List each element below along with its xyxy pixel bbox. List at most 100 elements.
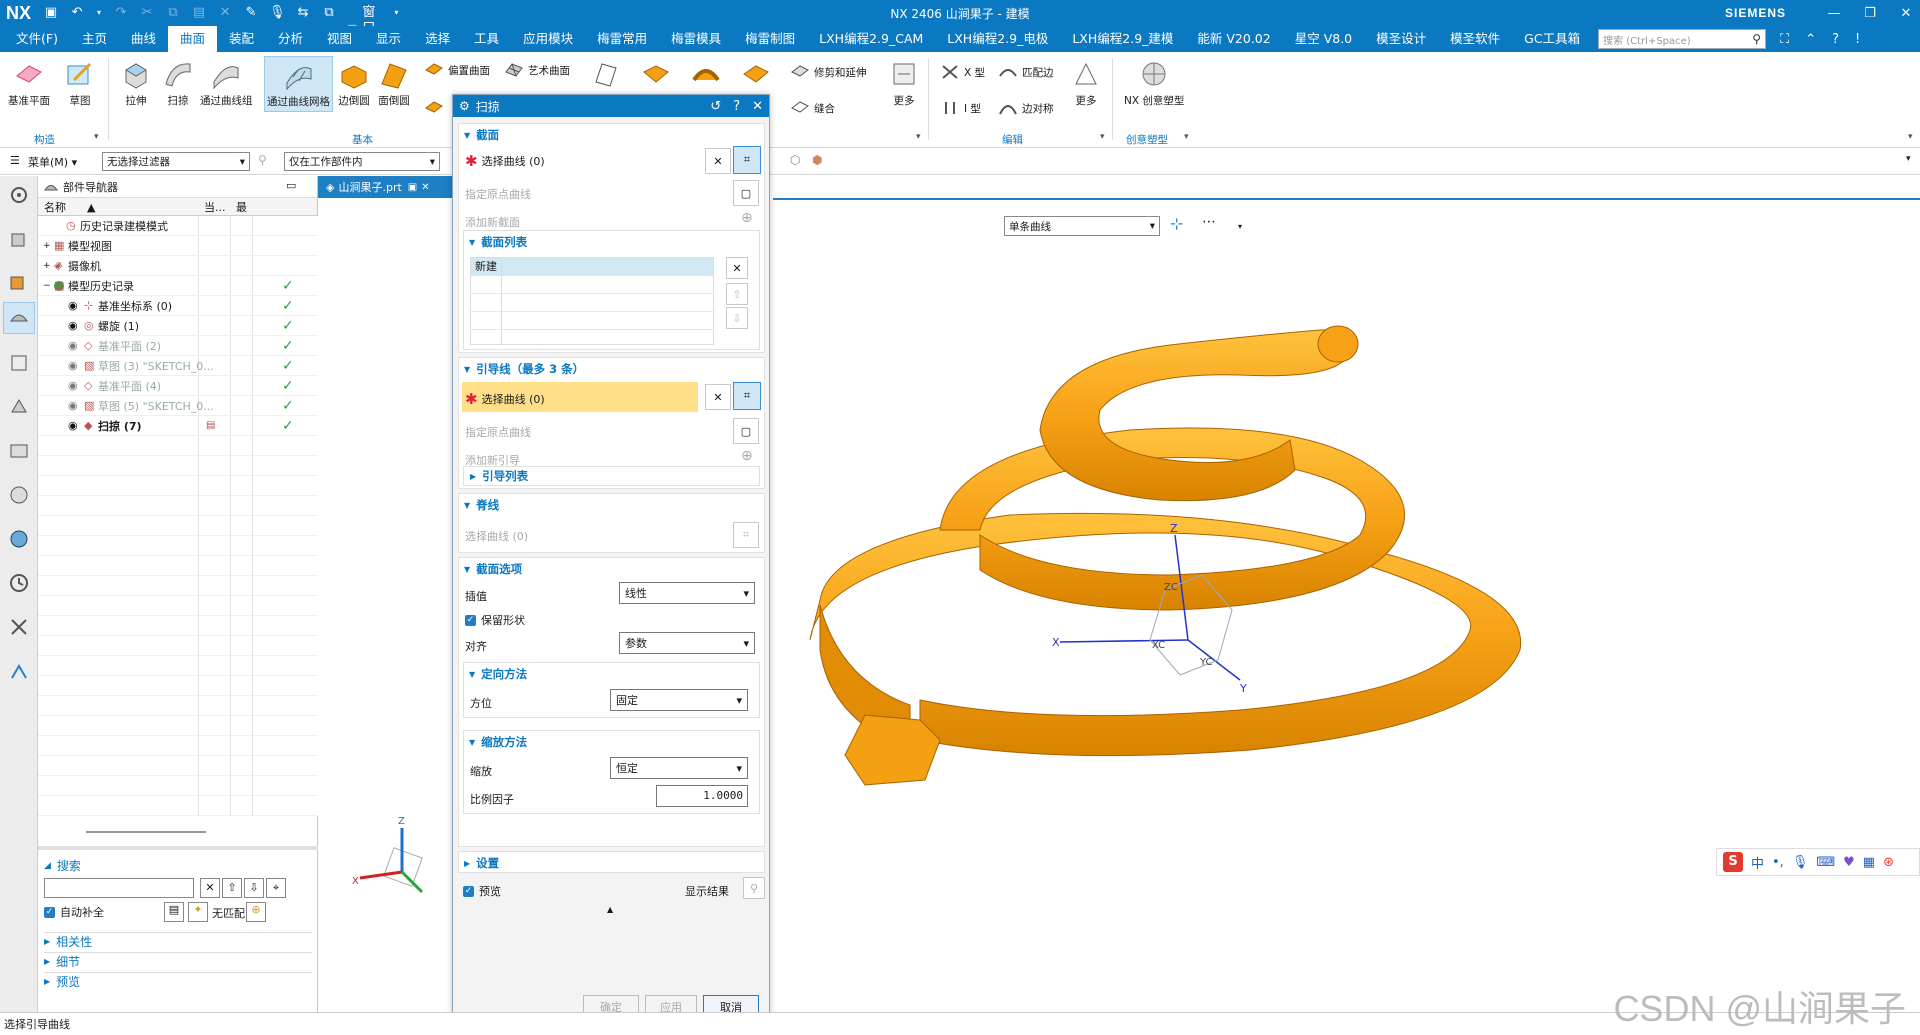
spine-curve-icon[interactable]: ⌗ [733,522,759,548]
navigator-section-header[interactable]: ▶ 预览 [44,972,312,990]
edge-symmetry-button[interactable]: 边对称 [998,98,1054,118]
eye-icon[interactable]: ◉ [68,299,78,312]
column-name-header[interactable]: 名称 ▲ [44,199,95,215]
ribbon-collapse-icon[interactable]: ▾ [1908,132,1913,142]
sew-button[interactable]: 缝合 [790,98,835,118]
trim-extend-button[interactable]: 修剪和延伸 [790,62,867,82]
ribbon-tab[interactable]: GC工具箱 [1512,26,1592,52]
delete-icon[interactable]: ✕ [217,5,233,21]
dialog-close-icon[interactable]: ✕ [752,99,763,114]
ribbon-tab[interactable]: LXH编程2.9_建模 [1060,26,1185,52]
ratio-factor-input[interactable]: 1.0000 [656,785,748,807]
construct-group-dropdown-icon[interactable]: ▾ [94,132,99,142]
ribbon-tab[interactable]: 应用模块 [511,26,585,52]
snap-point-icon[interactable]: ⬡ [790,153,800,167]
guide-curve-select-icon[interactable]: ⌗ [733,382,761,410]
copy-icon[interactable]: ⧉ [165,5,181,21]
ribbon-tab[interactable]: 星空 V8.0 [1283,26,1364,52]
info-icon[interactable] [8,484,30,506]
select-all-icon[interactable]: ⊕ [246,902,266,922]
ribbon-tab[interactable]: 显示 [364,26,413,52]
tree-node[interactable]: + ✓ ◈ 摄像机 [38,256,318,276]
file-menu[interactable]: 文件(F) [0,26,70,52]
sogou-logo-icon[interactable]: S [1723,852,1743,872]
add-new-section-row[interactable]: 添加新截面 [465,214,520,230]
ribbon-tab[interactable]: 曲面 [167,26,217,52]
redo-icon[interactable]: ↷ [113,5,129,21]
switch-window-icon[interactable]: ⧉ [321,5,337,21]
clear-search-icon[interactable]: ✕ [200,878,220,898]
preview-checkbox[interactable]: ✓ 预览 [463,883,501,899]
orientation-header[interactable]: ▼ 定向方法 [464,663,759,685]
eye-icon[interactable]: ◉ [68,419,78,432]
datum-plane-button[interactable]: 基准平面 [8,58,50,108]
edit-more-button[interactable]: 更多 [1070,58,1102,108]
patch-button[interactable] [424,96,444,116]
guide-origin-icon[interactable]: ▢ [733,418,759,444]
hidden-eye-icon[interactable]: ◉ [68,379,78,392]
spine-group-header[interactable]: ▼ 脊线 [459,494,764,516]
settings-icon[interactable] [8,184,30,206]
section-origin-curve-row[interactable]: 指定原点曲线 [465,186,531,202]
main-menu-button[interactable]: 菜单(M) ▾ [28,154,77,170]
stop-at-intersection-icon[interactable]: ⊹ [1170,214,1183,233]
ribbon-tab[interactable]: 能新 V20.02 [1185,26,1282,52]
repeat-command-icon[interactable]: ✎ [243,5,259,21]
close-icon[interactable]: ✕ [1898,6,1914,21]
help-icon[interactable]: ? [733,99,740,114]
snap-icon[interactable]: ⬢ [812,153,822,167]
undo-icon[interactable]: ↶ [69,5,85,21]
ribbon-tab[interactable]: 视图 [315,26,364,52]
section-list-row-new[interactable]: 新建 [471,258,713,276]
navigator-search-input[interactable] [44,878,194,898]
tree-node[interactable]: ◉ ◆ 扫掠 (7) ✓ ▤ [38,416,318,436]
expand-toggle-icon[interactable]: + [43,261,51,271]
toolbox-icon[interactable]: ▦ [1863,855,1875,870]
add-guide-icon[interactable]: ⊕ [741,448,753,464]
tree-node[interactable]: ◷ 历史记录建模模式 [38,216,318,236]
history-icon[interactable] [8,572,30,594]
collapse-dialog-icon[interactable]: ▲ [607,905,613,914]
move-up-icon[interactable]: ⇧ [726,283,748,305]
search-up-icon[interactable]: ⇧ [222,878,242,898]
expand-toggle-icon[interactable]: − [43,281,51,291]
input-language-label[interactable]: 中 [1751,853,1764,872]
guide-list-header[interactable]: ▶ 引导列表 [463,466,760,486]
gear-icon[interactable]: ⚙ [459,99,470,113]
command-search-input[interactable]: 搜索 (Ctrl+Space) ⚲ [1598,29,1767,49]
interpolation-select[interactable]: 线性 ▾ [619,582,755,604]
trim-group-dropdown-icon[interactable]: ▾ [916,132,921,142]
search-down-icon[interactable]: ⇩ [244,878,264,898]
i-form-button[interactable]: I 型 [940,98,981,118]
through-curves-button[interactable]: 通过曲线组 [200,58,253,108]
curve-rule-dropdown-icon[interactable]: ▾ [1238,222,1242,231]
restore-icon[interactable]: ❐ [1862,6,1878,21]
notification-icon[interactable]: ! [1855,32,1860,47]
scaling-select[interactable]: 恒定 ▾ [610,757,748,779]
move-down-icon[interactable]: ⇩ [726,307,748,329]
guide-select-curve-row[interactable]: ✱ 选择曲线 (0) [465,390,545,408]
guide-group-header[interactable]: ▼ 引导线（最多 3 条） [459,358,764,380]
globe-icon[interactable] [8,528,30,550]
tree-node[interactable]: − ▤ 模型历史记录 ✓ [38,276,318,296]
ime-settings-icon[interactable]: ⊛ [1883,855,1894,870]
hidden-eye-icon[interactable]: ◉ [68,359,78,372]
locate-icon[interactable]: ⌖ [266,878,286,898]
remove-section-icon[interactable]: ✕ [726,257,748,279]
settings-header[interactable]: ▶ 设置 [459,852,764,874]
keyboard-icon[interactable]: ⌨ [1816,855,1835,870]
tree-node[interactable]: ◉ ◎ 螺旋 (1) ✓ [38,316,318,336]
punctuation-icon[interactable]: •, [1772,855,1784,870]
section-select-curve-row[interactable]: ✱ 选择曲线 (0) [465,152,545,170]
web-browser-icon[interactable] [8,440,30,462]
window-menu[interactable]: ▢ 窗口▾ [347,5,382,36]
navigator-section-header[interactable]: ▶ 相关性 [44,932,312,950]
orientation-select[interactable]: 固定 ▾ [610,689,748,711]
guide-origin-curve-row[interactable]: 指定原点曲线 [465,424,531,440]
reset-icon[interactable]: ↺ [710,99,721,114]
tree-node[interactable]: + ▦ 模型视图 [38,236,318,256]
system-materials-icon[interactable] [8,616,30,638]
hidden-eye-icon[interactable]: ◉ [68,399,78,412]
ribbon-tab[interactable]: 模圣软件 [1438,26,1512,52]
ribbon-tab[interactable]: 工具 [462,26,511,52]
